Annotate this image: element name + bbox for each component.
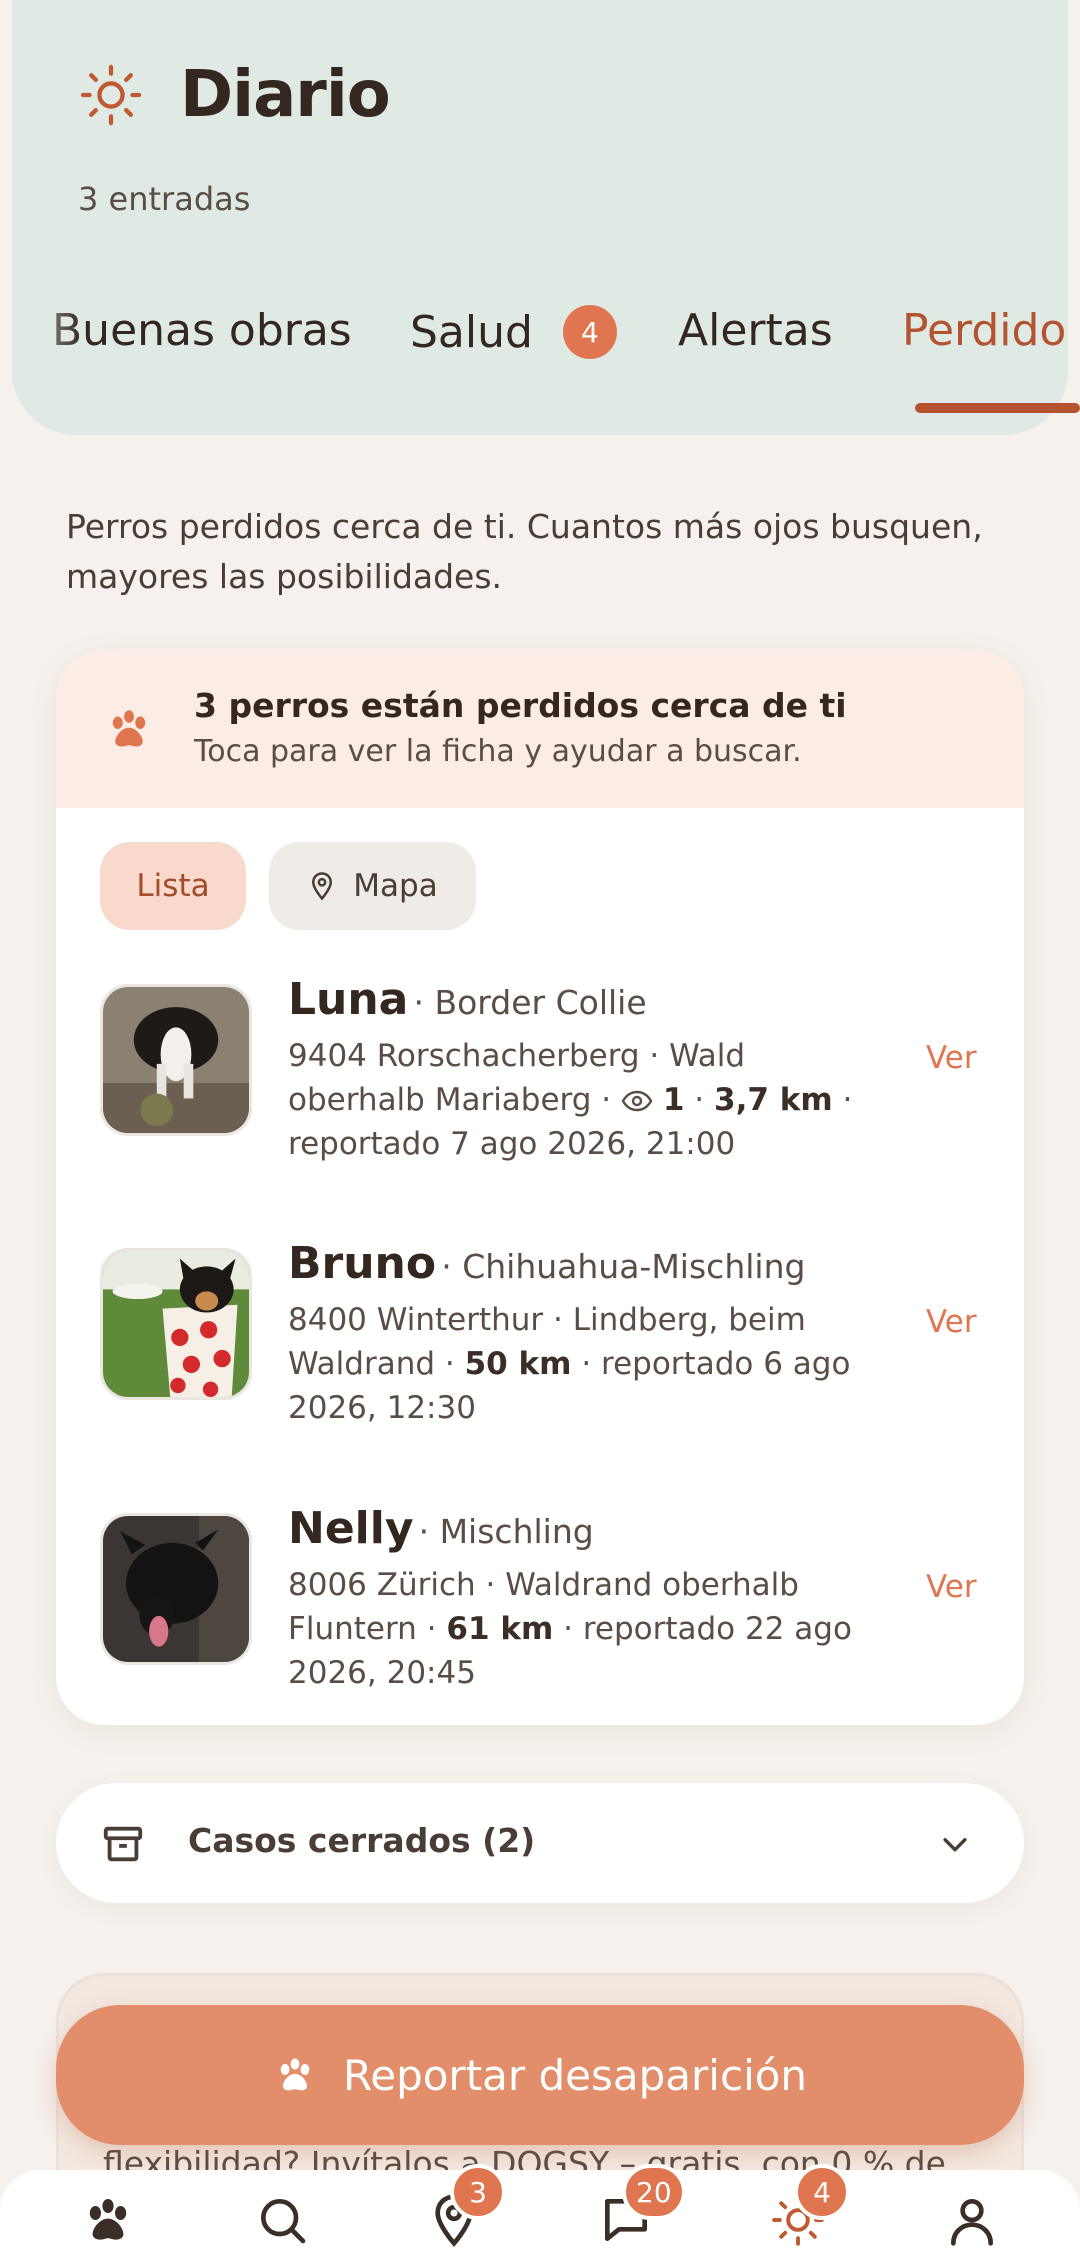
- tab-label: Salud: [410, 306, 533, 358]
- active-tab-indicator: [915, 403, 1080, 413]
- report-missing-button[interactable]: Reportar desaparición: [56, 2005, 1024, 2145]
- tab-salud[interactable]: Salud 4: [410, 305, 617, 359]
- nav-diary[interactable]: 4: [766, 2164, 850, 2252]
- search-icon: [261, 2199, 306, 2244]
- lost-dog-row-bruno[interactable]: Bruno · Chihuahua-Mischling 8400 Wintert…: [56, 1238, 1024, 1438]
- nav-map[interactable]: 3: [422, 2164, 506, 2252]
- paw-icon: [112, 710, 146, 747]
- dog-breed: · Mischling: [418, 1512, 594, 1551]
- closed-cases-label: Casos cerrados (2): [188, 1821, 536, 1860]
- nav-badge: 20: [622, 2164, 686, 2220]
- dog-breed: · Chihuahua-Mischling: [441, 1247, 806, 1286]
- title-row: Diario: [78, 58, 391, 132]
- tab-bar: Buenas obras Salud 4 Alertas Perdido: [12, 305, 1080, 435]
- tab-fade: [12, 305, 82, 385]
- sun-icon: [80, 64, 142, 126]
- banner-title: 3 perros están perdidos cerca de ti: [194, 686, 847, 725]
- dog-details: 8006 Zürich · Waldrand oberhalb Fluntern…: [288, 1563, 888, 1695]
- nav-profile[interactable]: [940, 2188, 1004, 2252]
- nav-search[interactable]: [250, 2188, 314, 2252]
- tab-badge: 4: [562, 305, 617, 359]
- dog-name: Bruno: [288, 1238, 437, 1289]
- dog-details: 9404 Rorschacherberg · Wald oberhalb Mar…: [288, 1034, 888, 1166]
- dog-distance: 50 km: [464, 1346, 572, 1382]
- view-button[interactable]: Ver: [926, 1040, 977, 1076]
- tab-alertas[interactable]: Alertas: [678, 305, 833, 356]
- page-title: Diario: [180, 58, 391, 132]
- list-view-label: Lista: [136, 868, 210, 904]
- nav-badge: 3: [450, 2164, 506, 2220]
- dog-photo: [100, 1248, 252, 1400]
- banner-subtitle: Toca para ver la ficha y ayudar a buscar…: [194, 734, 802, 769]
- dog-photo: [100, 984, 252, 1136]
- dog-name-line: Luna · Border Collie: [288, 974, 647, 1025]
- paw-icon: [89, 2199, 127, 2240]
- dog-name: Luna: [288, 974, 409, 1025]
- map-view-label: Mapa: [353, 868, 438, 904]
- dog-distance: 3,7 km: [714, 1082, 833, 1118]
- closed-cases-toggle[interactable]: Casos cerrados (2): [56, 1783, 1024, 1903]
- view-button[interactable]: Ver: [926, 1569, 977, 1605]
- list-view-button[interactable]: Lista: [100, 842, 246, 930]
- tab-label: Buenas obras: [52, 305, 352, 356]
- paw-icon: [280, 2058, 310, 2091]
- tab-label: Alertas: [678, 305, 833, 356]
- eye-icon: [621, 1090, 653, 1112]
- dog-name: Nelly: [288, 1503, 414, 1554]
- profile-icon: [951, 2199, 993, 2246]
- map-pin-icon: [312, 872, 333, 901]
- intro-text: Perros perdidos cerca de ti. Cuantos más…: [66, 507, 983, 596]
- separator: ·: [694, 1082, 705, 1118]
- lost-dogs-banner[interactable]: 3 perros están perdidos cerca de ti Toca…: [56, 650, 1024, 808]
- view-count: 1: [662, 1082, 685, 1118]
- tab-perdido[interactable]: Perdido: [902, 305, 1066, 356]
- tab-label: Perdido: [902, 305, 1067, 356]
- chevron-down-icon: [943, 1838, 967, 1852]
- lost-dog-row-nelly[interactable]: Nelly · Mischling 8006 Zürich · Waldrand…: [56, 1503, 1024, 1703]
- nav-home[interactable]: [76, 2188, 140, 2252]
- nav-messages[interactable]: 20: [594, 2164, 686, 2252]
- lost-dog-row-luna[interactable]: Luna · Border Collie 9404 Rorschacherber…: [56, 974, 1024, 1174]
- archive-icon: [103, 1826, 143, 1862]
- report-missing-label: Reportar desaparición: [342, 2050, 808, 2100]
- nav-badge: 4: [794, 2164, 850, 2220]
- dog-photo: [100, 1513, 252, 1665]
- entries-count: 3 entradas: [78, 180, 251, 218]
- bottom-nav: 3 20 4: [0, 2164, 1080, 2268]
- dog-name-line: Bruno · Chihuahua-Mischling: [288, 1238, 805, 1289]
- view-button[interactable]: Ver: [926, 1304, 977, 1340]
- dog-name-line: Nelly · Mischling: [288, 1503, 594, 1554]
- dog-details: 8400 Winterthur · Lindberg, beim Waldran…: [288, 1298, 888, 1430]
- tab-buenas-obras[interactable]: Buenas obras: [52, 305, 352, 356]
- lost-dogs-card: 3 perros están perdidos cerca de ti Toca…: [56, 650, 1024, 1725]
- dog-breed: · Border Collie: [413, 983, 647, 1022]
- map-view-button[interactable]: Mapa: [269, 842, 476, 930]
- diary-header: Diario 3 entradas Buenas obras Salud 4 A…: [12, 0, 1080, 435]
- dog-distance: 61 km: [446, 1611, 554, 1647]
